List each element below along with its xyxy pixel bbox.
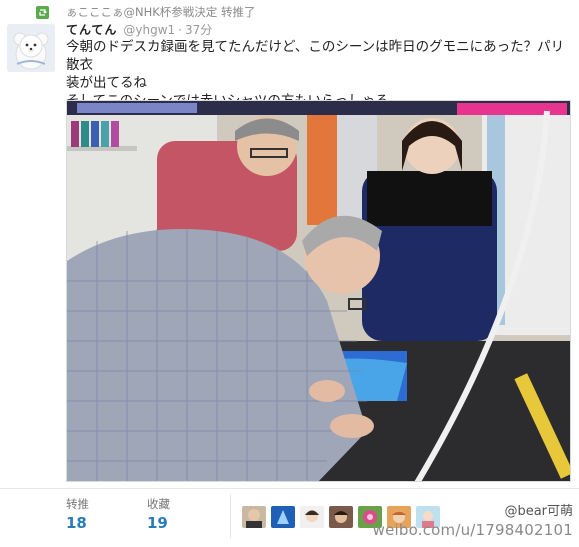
favorites-stat[interactable]: 收藏 19 [147,496,170,532]
favoriter-avatar[interactable] [242,506,266,528]
retweet-context: ぁこここぁ@NHK杯参戦決定 转推了 [36,4,255,20]
author-display-name[interactable]: てんてん [66,21,117,38]
tweet-photo[interactable] [66,100,571,482]
retweets-count[interactable]: 18 [66,514,89,532]
tweet-timestamp[interactable]: 37分 [185,21,212,38]
separator-dot: · [178,23,183,37]
watermark-handle: @bear可萌 [504,504,573,519]
footer-divider [0,488,579,489]
author-handle[interactable]: @yhgw1 [123,23,175,37]
retweets-label: 转推 [66,497,89,511]
author-avatar[interactable] [7,24,55,72]
favoriter-avatar[interactable] [271,506,295,528]
watermark: @bear可萌 weibo.com/u/1798402101 [373,500,573,539]
tweet-line: 装が出てるね [66,75,147,91]
stats-separator [230,494,231,538]
favoriter-avatar[interactable] [300,506,324,528]
retweeter-link[interactable]: ぁこここぁ@NHK杯参戦決定 转推了 [66,4,255,20]
watermark-url: weibo.com/u/1798402101 [372,521,573,539]
retweets-stat[interactable]: 转推 18 [66,496,89,532]
tweet-line: 今朝のドデスカ録画を見てたんだけど、このシーンは昨日のグモニにあった？パリ散衣 [66,39,565,73]
retweet-icon [36,5,49,19]
favorites-label: 收藏 [147,497,170,511]
favoriter-avatar[interactable] [329,506,353,528]
author-line: てんてん @yhgw1 · 37分 [66,21,212,38]
favorites-count[interactable]: 19 [147,514,170,532]
